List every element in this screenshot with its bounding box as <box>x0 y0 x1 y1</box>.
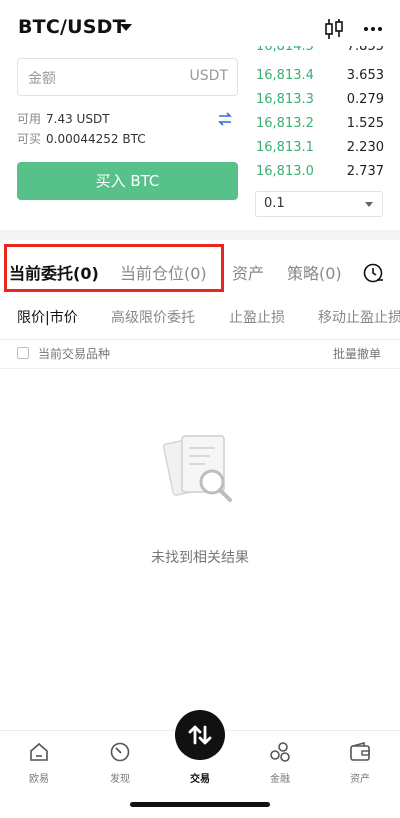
amount-input[interactable]: 金额 USDT <box>17 58 238 96</box>
subtab-tp-sl[interactable]: 止盈止损 <box>229 307 285 327</box>
discover-icon <box>110 742 130 762</box>
chevron-down-icon <box>365 202 373 207</box>
order-book-row[interactable]: 16,813.2 1.525 <box>256 116 384 138</box>
wallet-icon <box>350 741 370 761</box>
buy-button[interactable]: 买入 BTC <box>17 162 238 200</box>
divider <box>0 368 400 369</box>
amount-placeholder: 金额 <box>28 71 56 87</box>
order-book-price: 16,813.1 <box>256 140 314 155</box>
order-book-price: 16,813.0 <box>256 164 314 179</box>
finance-icon <box>270 742 290 762</box>
order-type-subtabs: 限价|市价 高级限价委托 止盈止损 移动止盈止损 <box>0 296 400 340</box>
buyable-label: 可买 <box>17 132 42 146</box>
tab-strategies[interactable]: 策略(0) <box>287 260 342 284</box>
nav-label: 交易 <box>190 774 210 785</box>
nav-item-finance[interactable]: 金融 <box>250 741 310 791</box>
chevron-down-icon[interactable] <box>120 24 132 31</box>
subtab-limit-market[interactable]: 限价|市价 <box>17 307 78 327</box>
tab-assets[interactable]: 资产 <box>232 260 264 284</box>
pair-title[interactable]: BTC/USDT <box>18 16 126 38</box>
nav-item-discover[interactable]: 发现 <box>90 741 150 791</box>
nav-label: 欧易 <box>29 774 49 785</box>
home-icon <box>30 742 48 761</box>
current-pair-label[interactable]: 当前交易品种 <box>38 345 110 362</box>
order-book-partial-row: 16,814.5 7.855 <box>256 46 384 58</box>
more-dots-icon[interactable] <box>362 17 384 41</box>
nav-label: 金融 <box>270 774 290 785</box>
order-book-qty: 0.279 <box>346 92 384 107</box>
history-clock-icon[interactable] <box>362 262 384 284</box>
order-book-row[interactable]: 16,814.5 7.855 <box>256 46 384 58</box>
transfer-arrows-icon[interactable] <box>217 111 233 127</box>
section-divider <box>0 230 400 240</box>
highlight-box <box>4 244 224 292</box>
order-book-row[interactable]: 16,813.1 2.230 <box>256 140 384 162</box>
amount-unit: USDT <box>189 68 228 84</box>
available-balance: 可用 7.43 USDT <box>17 110 110 127</box>
subtab-trailing-stop[interactable]: 移动止盈止损 <box>318 307 400 327</box>
depth-select[interactable]: 0.1 <box>255 191 383 217</box>
current-pair-checkbox[interactable] <box>17 347 29 359</box>
order-book-row[interactable]: 16,813.3 0.279 <box>256 92 384 114</box>
subtab-advanced-limit[interactable]: 高级限价委托 <box>111 307 195 327</box>
nav-label: 资产 <box>350 774 370 785</box>
order-book-qty: 1.525 <box>346 116 384 131</box>
order-book-price: 16,813.2 <box>256 116 314 131</box>
buyable-value: 0.00044252 BTC <box>46 132 146 146</box>
depth-value: 0.1 <box>264 196 285 211</box>
order-book-price: 16,813.3 <box>256 92 314 107</box>
home-indicator <box>130 802 270 807</box>
order-book-row[interactable]: 16,813.4 3.653 <box>256 68 384 90</box>
nav-item-okx[interactable]: 欧易 <box>9 741 69 791</box>
buyable-amount: 可买 0.00044252 BTC <box>17 130 146 147</box>
order-book-qty: 2.737 <box>346 164 384 179</box>
order-book-price: 16,813.4 <box>256 68 314 83</box>
nav-label: 发现 <box>110 774 130 785</box>
order-book-qty: 3.653 <box>346 68 384 83</box>
trade-button[interactable] <box>175 710 225 760</box>
order-book-qty: 2.230 <box>346 140 384 155</box>
order-book-row[interactable]: 16,813.0 2.737 <box>256 164 384 186</box>
empty-document-search-icon <box>162 435 232 502</box>
empty-state-message: 未找到相关结果 <box>151 550 249 566</box>
candlestick-icon[interactable] <box>322 17 346 41</box>
available-label: 可用 <box>17 112 42 126</box>
order-book-qty: 7.855 <box>346 46 384 54</box>
available-value: 7.43 USDT <box>46 112 110 126</box>
order-book-price: 16,814.5 <box>256 46 314 54</box>
batch-cancel-button[interactable]: 批量撤单 <box>333 345 381 362</box>
trade-swap-icon <box>188 725 212 745</box>
nav-item-assets[interactable]: 资产 <box>330 741 390 791</box>
